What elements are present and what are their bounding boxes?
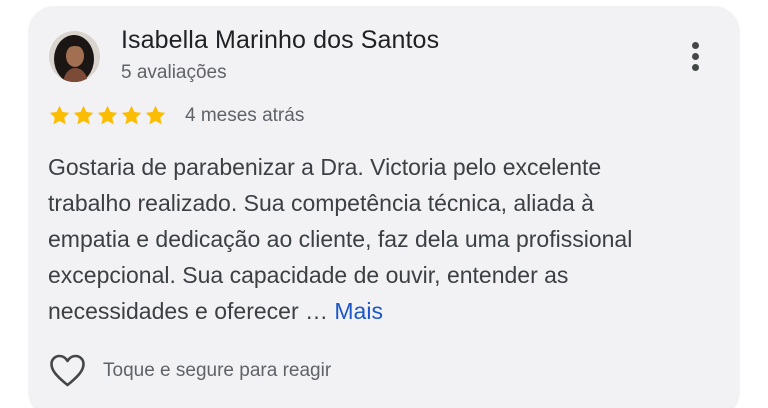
star-icon [145, 105, 166, 125]
review-text-line: empatia e dedicação ao cliente, faz dela… [48, 226, 633, 252]
review-text-line: Gostaria de parabenizar a Dra. Victoria … [48, 154, 602, 180]
more-vert-icon-dot [692, 64, 699, 71]
heart-outline-icon [50, 354, 85, 387]
review-text-line: trabalho realizado. Sua competência técn… [48, 190, 594, 216]
review-text: Gostaria de parabenizar a Dra. Victoria … [48, 149, 738, 329]
review-text-line: necessidades e oferecer … [48, 298, 335, 324]
review-text-line: excepcional. Sua capacidade de ouvir, en… [48, 262, 569, 288]
review-time: 4 meses atrás [185, 105, 305, 126]
react-hint-text: Toque e segure para reagir [103, 360, 332, 381]
avatar-image [49, 31, 100, 82]
author-review-count: 5 avaliações [121, 62, 227, 83]
read-more-link[interactable]: Mais [334, 298, 383, 324]
review-text-last-line: necessidades e oferecer … Mais [48, 293, 738, 329]
more-options-button[interactable] [680, 36, 712, 76]
star-icon [49, 105, 70, 125]
avatar[interactable] [49, 31, 100, 82]
star-icon [121, 105, 142, 125]
more-vert-icon-dot [692, 53, 699, 60]
more-vert-icon [692, 42, 699, 49]
star-icon [97, 105, 118, 125]
star-rating [48, 104, 167, 128]
react-button[interactable] [49, 353, 86, 388]
author-name[interactable]: Isabella Marinho dos Santos [121, 26, 439, 55]
star-icon [73, 105, 94, 125]
